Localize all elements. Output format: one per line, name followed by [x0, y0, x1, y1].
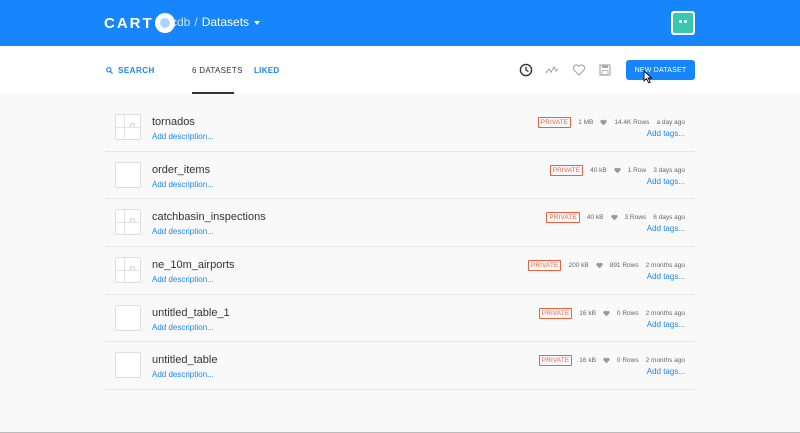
- dataset-meta: PRIVATE 40 kB 3 Rows 6 days ago: [546, 212, 685, 224]
- like-heart-icon[interactable]: [600, 119, 607, 126]
- dataset-size: 16 kB: [579, 309, 596, 317]
- dataset-rows: 0 Rows: [616, 357, 639, 365]
- search-button[interactable]: SEARCH: [106, 66, 155, 75]
- privacy-badge[interactable]: PRIVATE: [538, 355, 573, 367]
- dataset-size: 200 kB: [568, 262, 589, 270]
- activity-icon[interactable]: [545, 63, 559, 77]
- dataset-map-thumbnail[interactable]: [115, 257, 141, 284]
- dataset-row[interactable]: untitled_table_1 Add description... PRIV…: [105, 295, 695, 343]
- dataset-meta: PRIVATE 200 kB 891 Rows 2 months ago: [528, 260, 685, 272]
- carto-logo[interactable]: CART: [104, 13, 175, 33]
- add-description-link[interactable]: Add description...: [152, 370, 214, 379]
- dataset-rows: 3 Rows: [624, 214, 647, 222]
- active-tab-indicator: [192, 92, 234, 94]
- map-pin-icon: [130, 123, 135, 128]
- like-heart-icon[interactable]: [614, 167, 621, 174]
- map-pin-icon: [130, 266, 135, 272]
- like-heart-icon[interactable]: [603, 310, 610, 317]
- add-description-link[interactable]: Add description...: [152, 275, 214, 284]
- add-tags-link[interactable]: Add tags...: [647, 224, 685, 233]
- logo-text: CART: [104, 14, 154, 32]
- dataset-name[interactable]: untitled_table_1: [152, 307, 230, 319]
- dataset-blank-thumbnail[interactable]: [115, 352, 141, 379]
- top-bar: CART cdb / Datasets: [0, 0, 800, 46]
- caret-down-icon: [254, 20, 261, 25]
- dataset-updated: 2 months ago: [645, 309, 685, 317]
- dataset-meta: PRIVATE 16 kB 0 Rows 2 months ago: [538, 307, 685, 319]
- dataset-name[interactable]: catchbasin_inspections: [152, 211, 266, 223]
- dataset-updated: 3 days ago: [653, 166, 685, 174]
- new-dataset-button[interactable]: NEW DATASET: [626, 60, 695, 80]
- dataset-map-thumbnail[interactable]: [115, 209, 141, 236]
- breadcrumb: cdb / Datasets: [171, 15, 261, 29]
- add-description-link[interactable]: Add description...: [152, 180, 214, 189]
- tab-datasets[interactable]: 6 DATASETS: [192, 66, 243, 75]
- add-tags-link[interactable]: Add tags...: [647, 272, 685, 281]
- dataset-updated: 2 months ago: [645, 357, 685, 365]
- dataset-row[interactable]: ne_10m_airports Add description... PRIVA…: [105, 247, 695, 295]
- search-label: SEARCH: [118, 66, 155, 75]
- dataset-rows: 0 Rows: [616, 309, 639, 317]
- privacy-badge[interactable]: PRIVATE: [528, 260, 562, 272]
- dataset-updated: 2 months ago: [645, 262, 685, 270]
- dataset-blank-thumbnail[interactable]: [115, 304, 141, 331]
- dataset-rows: 891 Rows: [609, 262, 639, 270]
- dataset-meta: PRIVATE 40 kB 1 Row 3 days ago: [549, 164, 685, 176]
- mouse-cursor-icon: [643, 70, 653, 84]
- privacy-badge[interactable]: PRIVATE: [546, 212, 580, 224]
- dataset-rows: 14.4K Rows: [614, 119, 650, 126]
- dataset-name[interactable]: ne_10m_airports: [152, 259, 235, 271]
- privacy-badge[interactable]: PRIVATE: [538, 307, 573, 319]
- heart-icon[interactable]: [572, 63, 586, 77]
- like-heart-icon[interactable]: [603, 357, 610, 364]
- dataset-meta: PRIVATE 16 kB 0 Rows 2 months ago: [538, 355, 685, 367]
- dataset-name[interactable]: untitled_table: [152, 354, 217, 366]
- clock-icon[interactable]: [519, 63, 533, 77]
- ghost-avatar-icon: [673, 13, 693, 33]
- dataset-row[interactable]: tornados Add description... PRIVATE 1 MB…: [105, 104, 695, 152]
- add-tags-link[interactable]: Add tags...: [647, 177, 685, 186]
- dataset-row[interactable]: order_items Add description... PRIVATE 4…: [105, 152, 695, 200]
- filters-toolbar: SEARCH 6 DATASETS LIKED NEW DATASET: [0, 46, 800, 94]
- dataset-map-thumbnail[interactable]: [115, 114, 141, 140]
- dataset-blank-thumbnail[interactable]: [115, 161, 141, 188]
- add-tags-link[interactable]: Add tags...: [647, 320, 685, 329]
- dataset-size: 40 kB: [586, 214, 604, 222]
- add-description-link[interactable]: Add description...: [152, 227, 214, 236]
- add-tags-link[interactable]: Add tags...: [647, 129, 685, 138]
- dataset-rows: 1 Row: [627, 166, 647, 174]
- dataset-size: 40 kB: [590, 166, 607, 174]
- dataset-row[interactable]: untitled_table Add description... PRIVAT…: [105, 342, 695, 391]
- breadcrumb-current-label: Datasets: [201, 15, 250, 29]
- add-description-link[interactable]: Add description...: [152, 132, 214, 141]
- privacy-badge[interactable]: PRIVATE: [537, 117, 572, 128]
- user-avatar[interactable]: [671, 11, 695, 35]
- search-icon: [106, 67, 113, 74]
- dataset-size: 1 MB: [578, 119, 594, 126]
- map-pin-icon: [130, 218, 135, 224]
- datasets-list: tornados Add description... PRIVATE 1 MB…: [105, 104, 695, 391]
- privacy-badge[interactable]: PRIVATE: [549, 164, 584, 176]
- breadcrumb-user[interactable]: cdb: [171, 15, 190, 29]
- save-icon[interactable]: [598, 63, 612, 77]
- dataset-updated: a day ago: [656, 119, 685, 126]
- dataset-updated: 6 days ago: [653, 214, 685, 222]
- dataset-row[interactable]: catchbasin_inspections Add description..…: [105, 199, 695, 248]
- breadcrumb-datasets-dropdown[interactable]: Datasets: [202, 15, 261, 29]
- dataset-meta: PRIVATE 1 MB 14.4K Rows a day ago: [537, 117, 685, 128]
- add-description-link[interactable]: Add description...: [152, 323, 214, 332]
- dataset-name[interactable]: tornados: [152, 116, 195, 128]
- breadcrumb-separator: /: [194, 15, 198, 29]
- tab-liked[interactable]: LIKED: [254, 66, 280, 75]
- dataset-size: 16 kB: [579, 357, 596, 365]
- dataset-name[interactable]: order_items: [152, 164, 210, 176]
- add-tags-link[interactable]: Add tags...: [647, 367, 685, 376]
- like-heart-icon[interactable]: [610, 214, 618, 221]
- like-heart-icon[interactable]: [596, 262, 603, 269]
